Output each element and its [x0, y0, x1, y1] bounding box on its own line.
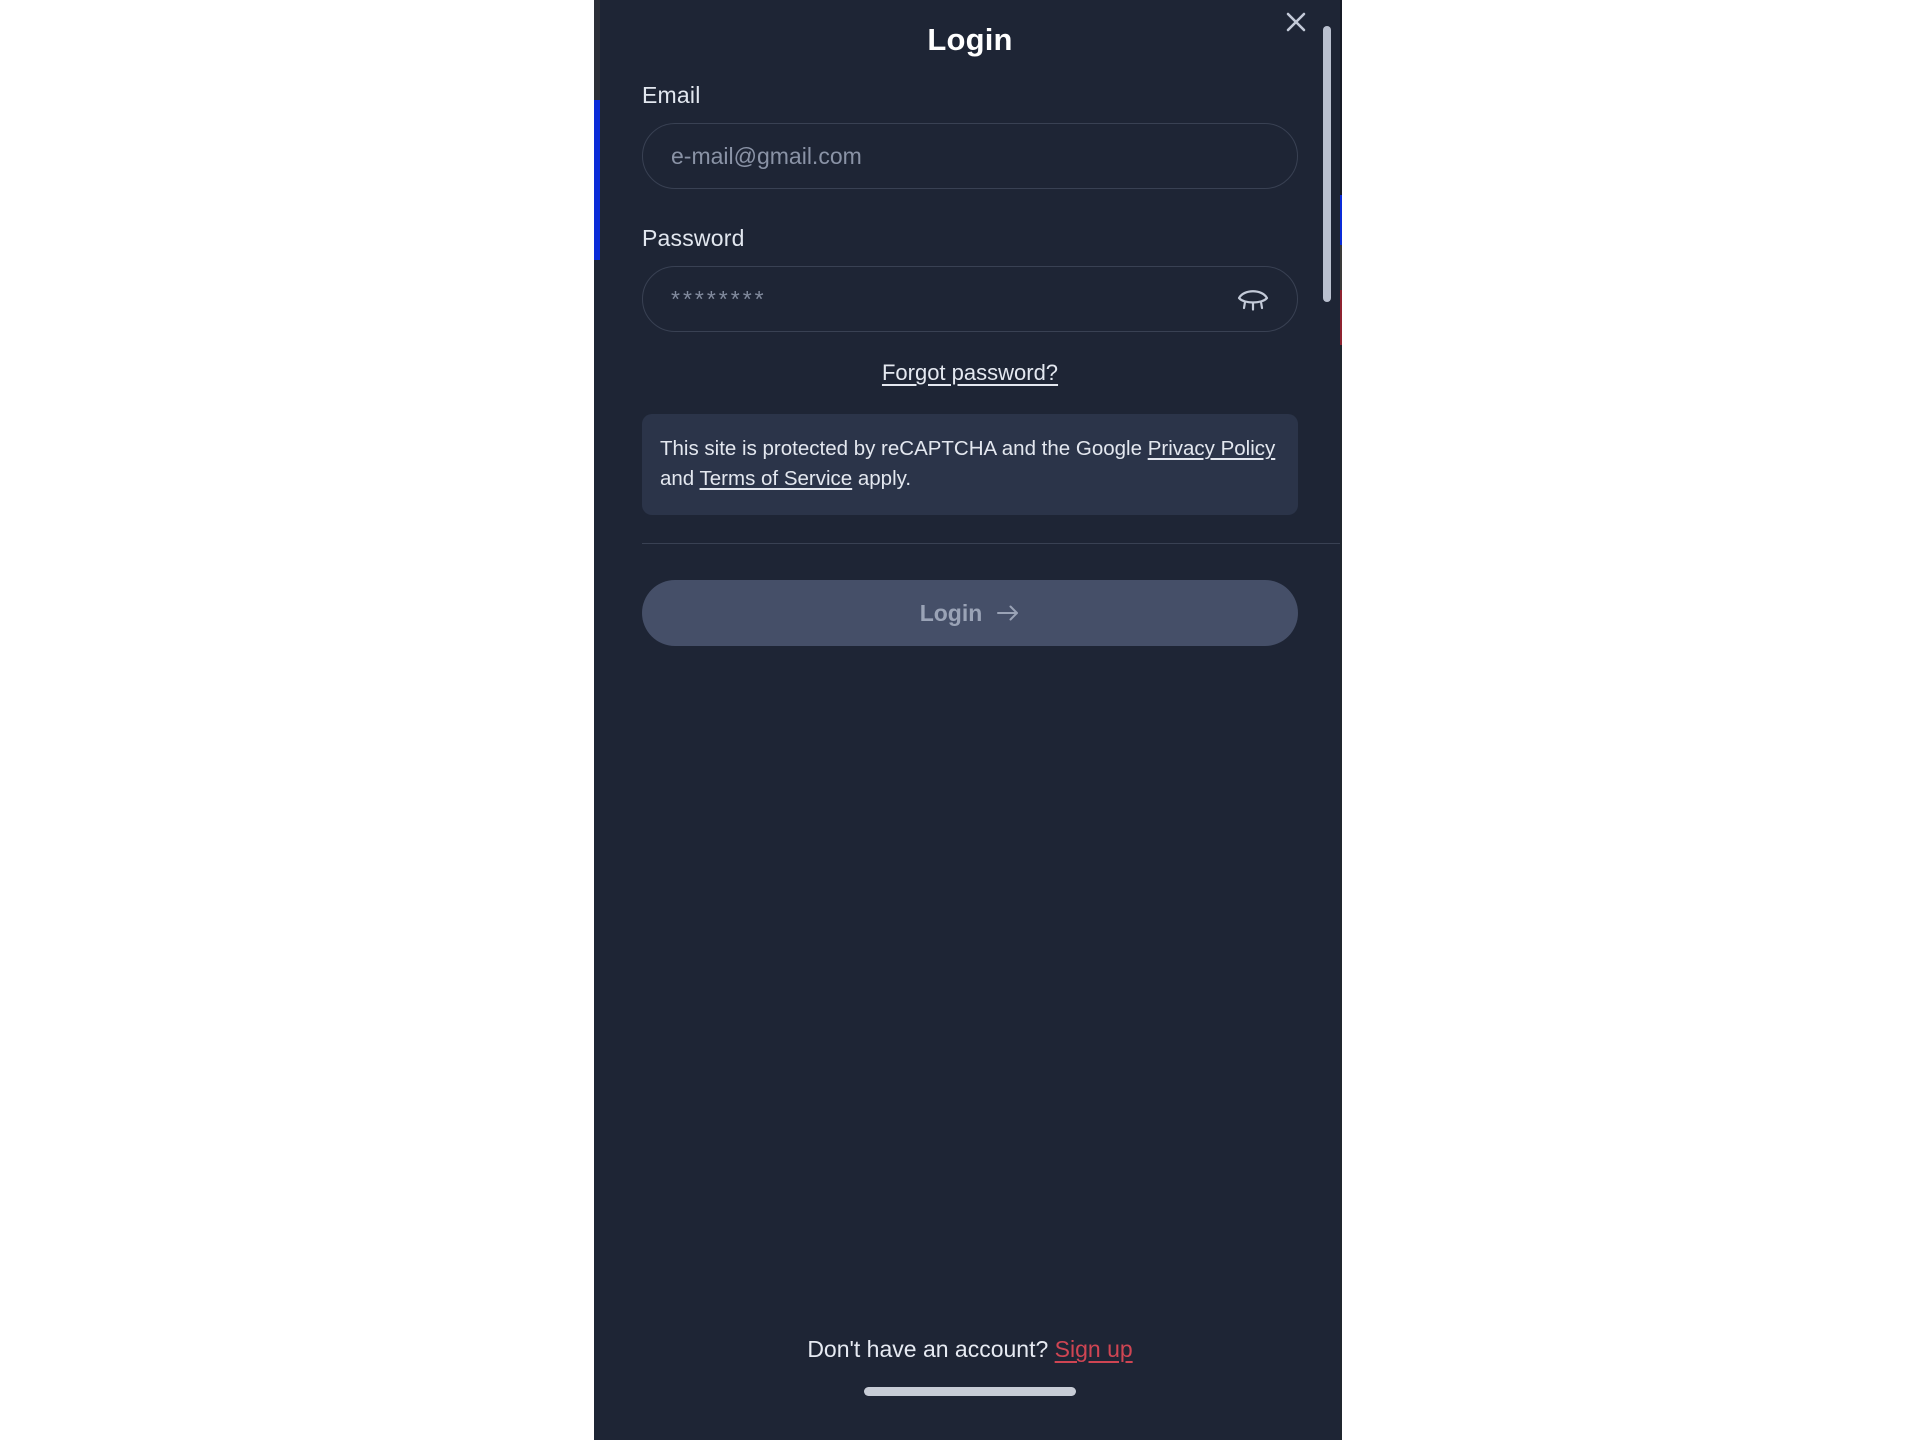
recaptcha-prefix: This site is protected by reCAPTCHA and …: [660, 437, 1148, 460]
login-modal: Login Email Password: [600, 0, 1340, 1440]
password-input[interactable]: [642, 266, 1298, 332]
eye-closed-icon[interactable]: [1230, 276, 1276, 322]
password-field-wrapper: [642, 266, 1298, 332]
login-form: Email Password Forgot password? This sit…: [600, 82, 1340, 545]
arrow-right-icon: [996, 604, 1020, 622]
modal-scrollbar[interactable]: [1322, 0, 1332, 1440]
home-indicator: [864, 1387, 1076, 1396]
forgot-password-row: Forgot password?: [642, 360, 1298, 386]
email-label: Email: [642, 82, 701, 108]
signup-footer: Don't have an account? Sign up: [600, 1336, 1340, 1396]
login-button-row: Login: [600, 580, 1340, 647]
recaptcha-notice: This site is protected by reCAPTCHA and …: [642, 414, 1298, 516]
recaptcha-notice-text: This site is protected by reCAPTCHA and …: [660, 434, 1280, 493]
signup-prompt: Don't have an account?: [807, 1336, 1049, 1362]
modal-header: Login: [600, 0, 1340, 82]
screen: Login Email Password: [0, 0, 1920, 1440]
terms-of-service-link[interactable]: Terms of Service: [700, 467, 853, 490]
signup-link[interactable]: Sign up: [1055, 1336, 1133, 1362]
forgot-password-link[interactable]: Forgot password?: [882, 360, 1058, 385]
password-label: Password: [642, 225, 745, 251]
email-input[interactable]: [642, 123, 1298, 189]
email-field-wrapper: [642, 123, 1298, 189]
signup-prompt-row: Don't have an account? Sign up: [600, 1336, 1340, 1363]
recaptcha-conjunction: and: [660, 466, 700, 490]
scrollbar-thumb[interactable]: [1323, 26, 1331, 302]
close-icon[interactable]: [1276, 2, 1316, 42]
recaptcha-suffix: apply.: [852, 466, 912, 490]
section-divider: [642, 543, 1340, 545]
login-button-label: Login: [919, 599, 983, 626]
page-title: Login: [927, 22, 1013, 57]
privacy-policy-link[interactable]: Privacy Policy: [1148, 437, 1276, 460]
login-button[interactable]: Login: [642, 580, 1298, 647]
